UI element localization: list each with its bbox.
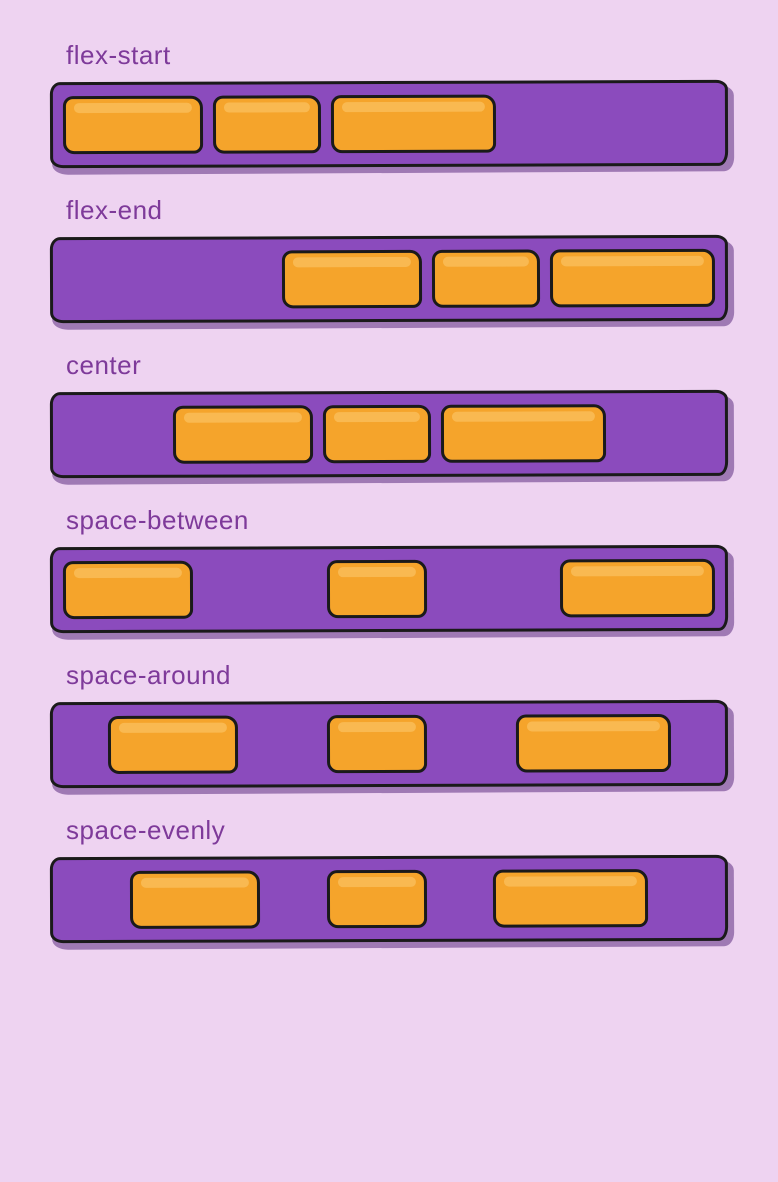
example-flex-start: flex-start [50, 40, 728, 167]
flex-item [213, 95, 321, 153]
flex-item [326, 715, 426, 773]
example-space-between: space-between [50, 505, 728, 632]
label-center: center [66, 350, 728, 381]
flex-item [493, 869, 648, 928]
label-space-around: space-around [66, 660, 728, 691]
example-flex-end: flex-end [50, 195, 728, 322]
flex-item [515, 714, 670, 773]
flex-container [50, 80, 728, 168]
flex-item [550, 249, 715, 308]
flex-item [560, 559, 715, 618]
flex-container [50, 700, 728, 788]
flex-item [107, 716, 237, 774]
flex-container [50, 235, 728, 323]
container-wrap [50, 81, 728, 167]
flex-item [63, 561, 193, 619]
flex-item [326, 560, 426, 618]
container-wrap [50, 391, 728, 477]
label-flex-end: flex-end [66, 195, 728, 226]
container-wrap [50, 701, 728, 787]
flex-container [50, 855, 728, 943]
example-space-evenly: space-evenly [50, 815, 728, 942]
flex-item [326, 870, 426, 928]
flex-container [50, 545, 728, 633]
container-wrap [50, 546, 728, 632]
flex-container [50, 390, 728, 478]
flex-item [282, 250, 422, 308]
flex-item [322, 405, 430, 463]
flex-item [331, 95, 496, 154]
container-wrap [50, 236, 728, 322]
flex-item [130, 870, 260, 928]
label-flex-start: flex-start [66, 40, 728, 71]
example-center: center [50, 350, 728, 477]
label-space-evenly: space-evenly [66, 815, 728, 846]
example-space-around: space-around [50, 660, 728, 787]
container-wrap [50, 856, 728, 942]
flex-item [63, 96, 203, 154]
flex-item [440, 404, 605, 463]
flex-item [432, 249, 540, 307]
label-space-between: space-between [66, 505, 728, 536]
flex-item [172, 405, 312, 463]
